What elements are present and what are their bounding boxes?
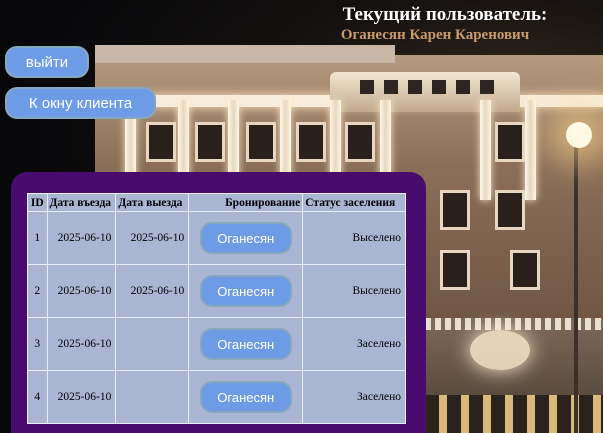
cell-id: 1 <box>27 211 48 265</box>
cell-status: Выселено <box>302 211 406 265</box>
cell-id: 2 <box>27 264 48 318</box>
cell-booking: Оганесян <box>188 317 304 371</box>
cell-check-in: 2025-06-10 <box>46 211 117 265</box>
table-header-row: ID Дата въезда Дата выезда Бронирование … <box>27 193 406 212</box>
booking-button[interactable]: Оганесян <box>199 381 292 413</box>
cell-booking: Оганесян <box>188 264 304 318</box>
booking-button[interactable]: Оганесян <box>199 275 292 307</box>
cell-check-out <box>115 317 190 371</box>
exit-button[interactable]: выйти <box>5 46 89 78</box>
column-header-check-out: Дата выезда <box>115 193 190 212</box>
cell-check-in: 2025-06-10 <box>46 370 117 424</box>
booking-button[interactable]: Оганесян <box>199 328 292 360</box>
booking-button[interactable]: Оганесян <box>199 222 292 254</box>
cell-id: 4 <box>27 370 48 424</box>
column-header-check-in: Дата въезда <box>46 193 117 212</box>
cell-check-in: 2025-06-10 <box>46 317 117 371</box>
cell-check-out <box>115 370 190 424</box>
client-window-button[interactable]: К окну клиента <box>5 87 156 119</box>
table-row[interactable]: 4 2025-06-10 Оганесян Заселено <box>27 370 406 424</box>
column-header-status: Статус заселения <box>302 193 406 212</box>
table-row[interactable]: 2 2025-06-10 2025-06-10 Оганесян Выселен… <box>27 264 406 318</box>
bookings-table: ID Дата въезда Дата выезда Бронирование … <box>27 193 406 424</box>
column-header-booking: Бронирование <box>188 193 304 212</box>
cell-id: 3 <box>27 317 48 371</box>
cell-status: Выселено <box>302 264 406 318</box>
table-row[interactable]: 1 2025-06-10 2025-06-10 Оганесян Выселен… <box>27 211 406 265</box>
cell-check-out: 2025-06-10 <box>115 264 190 318</box>
cell-check-out: 2025-06-10 <box>115 211 190 265</box>
cell-check-in: 2025-06-10 <box>46 264 117 318</box>
cell-status: Заселено <box>302 317 406 371</box>
cell-booking: Оганесян <box>188 370 304 424</box>
current-user-name: Оганесян Карен Каренович <box>340 27 530 43</box>
current-user-title: Текущий пользователь: <box>342 4 548 25</box>
cell-status: Заселено <box>302 370 406 424</box>
column-header-id: ID <box>27 193 48 212</box>
table-row[interactable]: 3 2025-06-10 Оганесян Заселено <box>27 317 406 371</box>
cell-booking: Оганесян <box>188 211 304 265</box>
